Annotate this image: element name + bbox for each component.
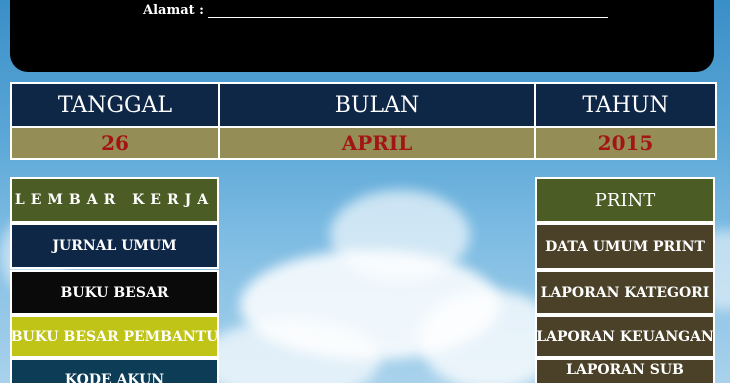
date-table: TANGGAL BULAN TAHUN 26 APRIL 2015 <box>10 82 717 160</box>
bulan-value: APRIL <box>218 126 536 160</box>
lembar-kerja-title: LEMBAR KERJA <box>10 177 219 223</box>
print-title: PRINT <box>535 177 715 223</box>
jurnal-umum-button[interactable]: JURNAL UMUM <box>10 223 219 269</box>
kode-akun-button[interactable]: KODE AKUN <box>10 358 219 383</box>
laporan-sub-button[interactable]: LAPORAN SUB <box>535 358 715 383</box>
buku-besar-pembantu-button[interactable]: BUKU BESAR PEMBANTU <box>10 315 219 358</box>
laporan-keuangan-button[interactable]: LAPORAN KEUANGAN <box>535 315 715 358</box>
alamat-row: Alamat : <box>143 2 608 18</box>
cloud <box>330 190 470 280</box>
laporan-kategori-button[interactable]: LAPORAN KATEGORI <box>535 270 715 315</box>
header-panel: Alamat : <box>10 0 714 72</box>
alamat-label: Alamat : <box>143 3 204 18</box>
bulan-header: BULAN <box>218 82 536 128</box>
data-umum-print-button[interactable]: DATA UMUM PRINT <box>535 223 715 270</box>
tanggal-header: TANGGAL <box>10 82 220 128</box>
buku-besar-button[interactable]: BUKU BESAR <box>10 270 219 315</box>
alamat-field[interactable] <box>207 2 608 18</box>
tahun-value: 2015 <box>534 126 717 160</box>
tahun-header: TAHUN <box>534 82 717 128</box>
tanggal-value: 26 <box>10 126 220 160</box>
